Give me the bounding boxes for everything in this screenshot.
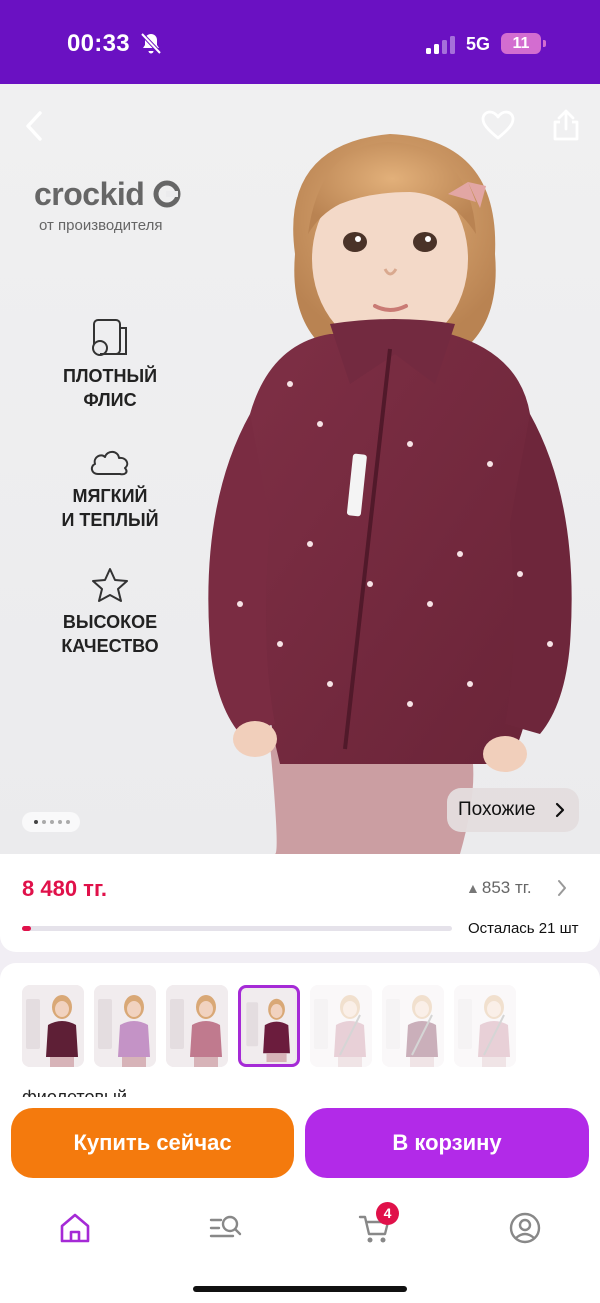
home-indicator <box>193 1286 407 1292</box>
brand-subtitle: от производителя <box>39 217 163 234</box>
stock-progress-fill <box>22 926 31 931</box>
feature-fleece: ПЛОТНЫЙ ФЛИС <box>35 316 185 412</box>
brand-logo: crockid <box>34 176 181 213</box>
profile-icon[interactable] <box>503 1206 547 1250</box>
variant-thumbnail[interactable] <box>310 985 372 1067</box>
signal-icon <box>426 34 458 54</box>
feature-quality: ВЫСОКОЕ КАЧЕСТВО <box>35 566 185 658</box>
price-difference[interactable]: ▲ 853 тг. <box>466 878 532 898</box>
carousel-dots <box>22 812 80 832</box>
variant-thumbnail[interactable] <box>22 985 84 1067</box>
variant-thumbnail[interactable] <box>454 985 516 1067</box>
back-icon[interactable] <box>22 110 48 142</box>
star-icon <box>92 568 128 602</box>
status-bar: 00:33 5G 11 <box>0 0 600 84</box>
heart-icon[interactable] <box>481 110 515 140</box>
similar-label: Похожие <box>458 799 536 820</box>
brand-logo-icon <box>153 180 181 208</box>
share-icon[interactable] <box>551 108 581 142</box>
product-photo <box>208 134 572 854</box>
stock-remaining: Осталась 21 шт <box>468 920 579 937</box>
bottom-navigation: 4 <box>0 1192 600 1303</box>
triangle-up-icon: ▲ <box>466 880 480 896</box>
home-icon[interactable] <box>53 1206 97 1250</box>
status-time: 00:33 <box>67 30 130 57</box>
variant-thumbnail[interactable] <box>382 985 444 1067</box>
fleece-roll-icon <box>92 319 127 356</box>
cloud-icon <box>90 450 129 476</box>
add-to-cart-button[interactable]: В корзину <box>305 1108 589 1178</box>
feature-fleece-text: ПЛОТНЫЙ ФЛИС <box>62 366 158 410</box>
chevron-right-icon <box>555 802 565 818</box>
feature-quality-text: ВЫСОКОЕ КАЧЕСТВО <box>61 612 159 656</box>
catalog-search-icon[interactable] <box>203 1206 247 1250</box>
variant-thumbnail[interactable] <box>166 985 228 1067</box>
similar-button[interactable]: Похожие <box>447 788 579 832</box>
battery-icon: 11 <box>501 33 546 54</box>
chevron-right-icon[interactable] <box>556 877 568 899</box>
product-image-carousel[interactable]: crockid от производителя ПЛОТНЫЙ ФЛИС МЯ… <box>0 84 600 854</box>
stock-progress-bar <box>22 926 452 931</box>
bell-off-icon <box>140 32 162 55</box>
feature-soft: МЯГКИЙ И ТЕПЛЫЙ <box>35 446 185 532</box>
current-price: 8 480 тг. <box>22 876 108 901</box>
purchase-action-bar: Купить сейчас В корзину <box>0 1097 600 1192</box>
network-label: 5G <box>466 34 491 54</box>
buy-now-button[interactable]: Купить сейчас <box>11 1108 294 1178</box>
feature-soft-text: МЯГКИЙ И ТЕПЛЫЙ <box>61 486 159 530</box>
variant-thumbnail[interactable] <box>94 985 156 1067</box>
cart-count-badge: 4 <box>376 1202 399 1225</box>
price-section: 8 480 тг. ▲ 853 тг. Осталась 21 шт <box>0 854 600 952</box>
variant-thumbnail[interactable] <box>238 985 300 1067</box>
